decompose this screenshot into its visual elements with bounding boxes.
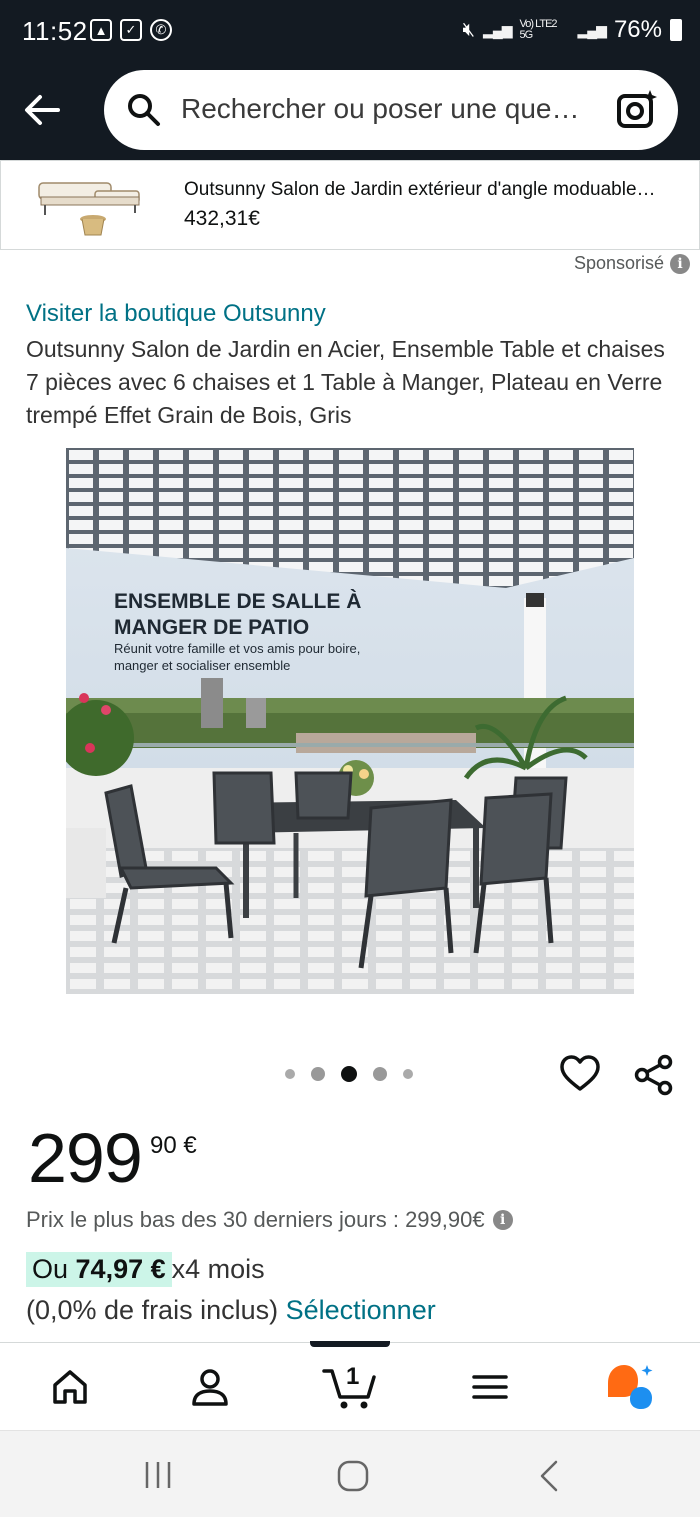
- installment-suffix: x4 mois: [171, 1254, 265, 1284]
- home-button-icon[interactable]: [336, 1459, 370, 1493]
- image-heading-2: MANGER DE PATIO: [114, 616, 309, 639]
- cart-tab[interactable]: 1: [322, 1361, 378, 1411]
- recent-apps-icon[interactable]: [142, 1459, 174, 1491]
- cart-count: 1: [346, 1363, 360, 1390]
- sponsored-product-title[interactable]: Outsunny Salon de Jardin extérieur d'ang…: [184, 179, 694, 201]
- account-icon[interactable]: [190, 1367, 230, 1407]
- lowest-price-info: Prix le plus bas des 30 derniers jours :…: [26, 1207, 513, 1233]
- search-bar[interactable]: Rechercher ou poser une que…: [104, 70, 678, 150]
- share-icon[interactable]: [634, 1054, 674, 1096]
- installment-highlight: Ou 74,97 €: [26, 1252, 172, 1287]
- battery-percent: 76%: [613, 16, 662, 43]
- signal-icon-2: ▂▄▆: [577, 21, 607, 38]
- image-subtitle-1: Réunit votre famille et vos amis pour bo…: [114, 641, 360, 656]
- installment-prefix: Ou: [32, 1254, 76, 1284]
- search-icon: [128, 94, 160, 126]
- status-right: 🔇︎ ▂▄▆ Vo) LTE2 5G ▂▄▆ 76%: [462, 16, 682, 44]
- back-arrow-icon[interactable]: [22, 90, 62, 130]
- fees-text: (0,0% de frais inclus): [26, 1295, 286, 1325]
- camera-lens-icon[interactable]: [616, 88, 658, 130]
- status-bar: 11:52 ▲ ✓ ✆ 🔇︎ ▂▄▆ Vo) LTE2 5G ▂▄▆ 76%: [0, 0, 700, 62]
- image-heading-1: ENSEMBLE DE SALLE À: [114, 590, 361, 613]
- search-input[interactable]: Rechercher ou poser une que…: [181, 93, 579, 125]
- rufus-assistant-icon[interactable]: [604, 1363, 656, 1411]
- carousel-dot[interactable]: [403, 1069, 413, 1079]
- image-subtitle-2: manger et socialiser ensemble: [114, 658, 290, 673]
- info-icon[interactable]: i: [670, 253, 690, 274]
- back-button-icon[interactable]: [536, 1459, 564, 1493]
- sponsored-text: Sponsorisé: [573, 253, 664, 273]
- visit-store-link[interactable]: Visiter la boutique Outsunny: [26, 300, 326, 328]
- installment-amount: 74,97 €: [75, 1254, 166, 1284]
- network-type: Vo) LTE2 5G: [519, 18, 558, 41]
- active-tab-indicator: [310, 1341, 390, 1347]
- gallery-icon: ▲: [90, 19, 112, 41]
- bottom-tab-bar: 1: [0, 1341, 700, 1430]
- system-navigation-bar: [0, 1430, 700, 1517]
- whatsapp-icon: ✆: [150, 19, 172, 41]
- sponsored-label[interactable]: Sponsorisé i: [574, 253, 690, 274]
- select-installment-link[interactable]: Sélectionner: [286, 1295, 436, 1325]
- info-icon[interactable]: i: [492, 1210, 513, 1230]
- lowest-price-text: Prix le plus bas des 30 derniers jours :…: [26, 1207, 485, 1232]
- product-title: Outsunny Salon de Jardin en Acier, Ensem…: [26, 336, 665, 428]
- price-whole: 299: [28, 1119, 143, 1197]
- notification-icons: ▲ ✓ ✆: [90, 19, 172, 41]
- battery-icon: [670, 19, 682, 41]
- heart-icon[interactable]: [560, 1055, 600, 1093]
- carousel-dot[interactable]: [285, 1069, 295, 1079]
- home-icon[interactable]: [50, 1367, 90, 1407]
- carousel-dot[interactable]: [311, 1067, 325, 1081]
- carousel-dot[interactable]: [373, 1067, 387, 1081]
- status-time: 11:52: [22, 16, 88, 46]
- sponsored-product-image: [38, 182, 140, 236]
- mute-icon: 🔇︎: [462, 18, 476, 41]
- sponsored-product-banner[interactable]: Outsunny Salon de Jardin extérieur d'ang…: [0, 160, 700, 250]
- price-fraction: 90 €: [150, 1132, 197, 1159]
- product-image[interactable]: ENSEMBLE DE SALLE À MANGER DE PATIO Réun…: [66, 448, 634, 994]
- menu-icon[interactable]: [472, 1367, 508, 1407]
- image-carousel-dots[interactable]: [285, 1066, 413, 1082]
- fees-line: (0,0% de frais inclus) Sélectionner: [26, 1295, 436, 1326]
- carousel-dot-active[interactable]: [341, 1066, 357, 1082]
- installment-offer: Ou 74,97 € x4 mois: [26, 1252, 265, 1287]
- checkbox-icon: ✓: [120, 19, 142, 41]
- signal-icon: ▂▄▆: [483, 21, 512, 38]
- app-header: Rechercher ou poser une que…: [0, 62, 700, 160]
- product-photo: ENSEMBLE DE SALLE À MANGER DE PATIO Réun…: [66, 448, 634, 994]
- sponsored-product-price: 432,31€: [184, 207, 260, 230]
